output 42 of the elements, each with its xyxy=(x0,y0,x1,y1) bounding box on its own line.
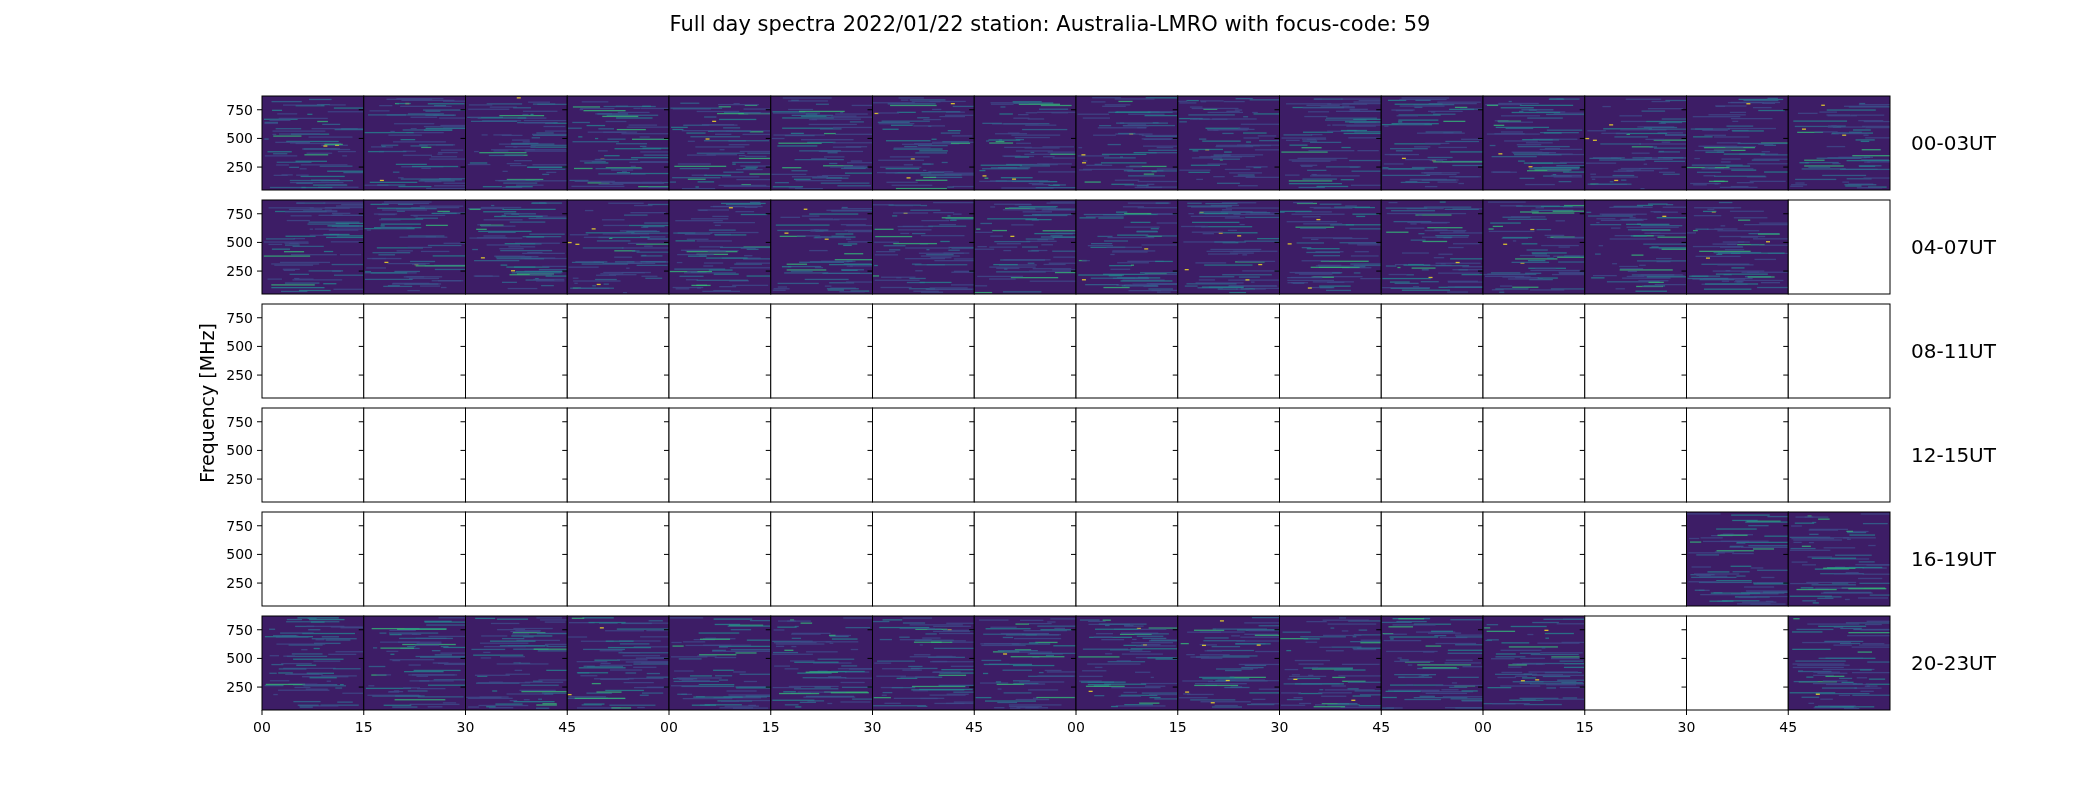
axis-tick-label: 15 xyxy=(1168,719,1187,735)
axis-tick-label: 750 xyxy=(226,101,253,118)
axis-tick-label: 00 xyxy=(1067,719,1085,735)
axis-tick-label: 00 xyxy=(253,719,271,735)
axis-tick-label: 500 xyxy=(226,546,253,563)
axis-tick-label: 00 xyxy=(1474,719,1492,735)
axis-tick-label: 00 xyxy=(660,719,678,735)
axis-label: Frequency [MHz] xyxy=(196,323,218,483)
axis-tick-label: 750 xyxy=(226,517,253,534)
axis-tick-label: 500 xyxy=(226,338,253,355)
axis-tick-label: 45 xyxy=(1372,719,1391,735)
axis-tick-label: 500 xyxy=(226,650,253,667)
axis-tick-label: 45 xyxy=(965,719,984,735)
axis-tick-label: 250 xyxy=(226,263,253,280)
axis-tick-label: 500 xyxy=(226,442,253,459)
row-label: 20-23UT xyxy=(1911,651,1996,675)
row-label: 16-19UT xyxy=(1911,547,1996,571)
row-label: 12-15UT xyxy=(1911,443,1996,467)
figure-title: Full day spectra 2022/01/22 station: Australia-LMRO with focus-code: 59 xyxy=(669,12,1431,36)
axis-tick-label: 750 xyxy=(226,621,253,638)
axis-tick-label: 15 xyxy=(761,719,780,735)
axis-tick-label: 30 xyxy=(1677,719,1696,735)
axis-tick-label: 250 xyxy=(226,575,253,592)
axis-tick-label: 250 xyxy=(226,679,253,696)
axis-tick-label: 250 xyxy=(226,367,253,384)
row-label: 04-07UT xyxy=(1911,235,1996,259)
axis-tick-label: 30 xyxy=(456,719,475,735)
axis-tick-label: 500 xyxy=(226,130,253,147)
axis-tick-label: 45 xyxy=(1779,719,1798,735)
axis-tick-label: 30 xyxy=(1270,719,1289,735)
axis-tick-label: 750 xyxy=(226,309,253,326)
axis-tick-label: 250 xyxy=(226,471,253,488)
row-label: 08-11UT xyxy=(1911,339,1996,363)
axis-tick-label: 500 xyxy=(226,234,253,251)
axis-tick-label: 15 xyxy=(354,719,373,735)
axis-tick-label: 30 xyxy=(863,719,882,735)
axis-tick-label: 15 xyxy=(1575,719,1594,735)
axis-tick-label: 750 xyxy=(226,205,253,222)
axis-tick-label: 250 xyxy=(226,159,253,176)
row-label: 00-03UT xyxy=(1911,131,1996,155)
axis-tick-label: 45 xyxy=(558,719,577,735)
axis-tick-label: 750 xyxy=(226,413,253,430)
